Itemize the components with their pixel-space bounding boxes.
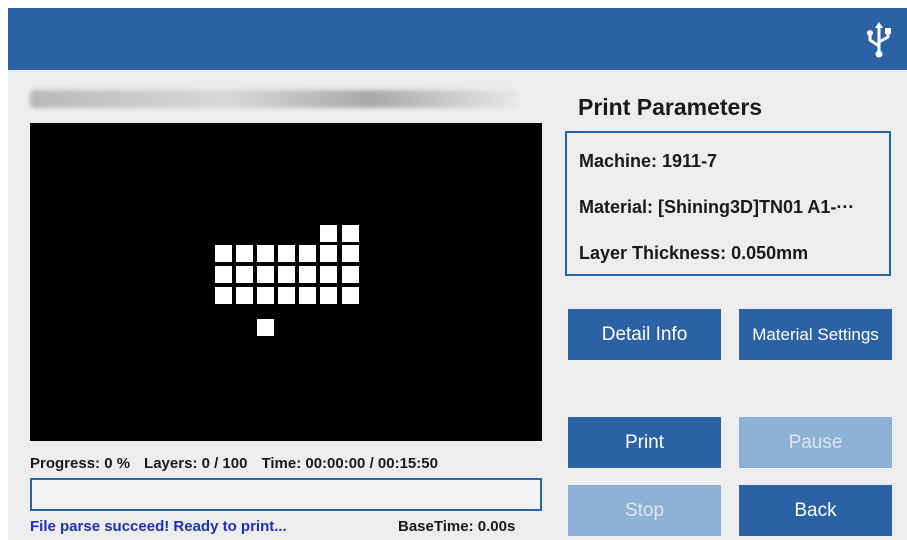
progress-bar bbox=[30, 478, 542, 511]
top-bar bbox=[0, 0, 907, 72]
usb-icon[interactable] bbox=[865, 22, 893, 58]
detail-info-button[interactable]: Detail Info bbox=[568, 309, 721, 360]
print-button[interactable]: Print bbox=[568, 417, 721, 468]
layer-thickness-value: Layer Thickness: 0.050mm bbox=[579, 243, 809, 263]
time-text: Time: 00:00:00 / 00:15:50 bbox=[261, 455, 438, 472]
print-parameters-title: Print Parameters bbox=[578, 94, 763, 120]
slice-preview-image bbox=[215, 225, 359, 336]
status-message: File parse succeed! Ready to print... bbox=[30, 518, 287, 535]
header-bar bbox=[8, 8, 907, 70]
progress-info: Progress: 0 % Layers: 0 / 100 Time: 00:00:… bbox=[30, 455, 452, 472]
main-content: Progress: 0 % Layers: 0 / 100 Time: 00:00:… bbox=[8, 70, 907, 540]
material-settings-button[interactable]: Material Settings bbox=[739, 309, 892, 360]
back-button[interactable]: Back bbox=[739, 485, 892, 536]
pause-button[interactable]: Pause bbox=[739, 417, 892, 468]
stop-button[interactable]: Stop bbox=[568, 485, 721, 536]
slice-preview bbox=[30, 123, 542, 441]
print-parameters-panel: Machine: 1911-7 Material: [Shining3D]TN0… bbox=[565, 131, 891, 276]
file-name-blurred bbox=[30, 90, 518, 108]
base-time: BaseTime: 0.00s bbox=[398, 518, 516, 535]
material-value: Material: [Shining3D]TN01 A1-··· bbox=[579, 197, 855, 217]
machine-value: Machine: 1911-7 bbox=[579, 151, 718, 171]
slice-layer-shape bbox=[215, 225, 359, 336]
layers-text: Layers: 0 / 100 bbox=[144, 455, 248, 472]
progress-text: Progress: 0 % bbox=[30, 455, 131, 472]
